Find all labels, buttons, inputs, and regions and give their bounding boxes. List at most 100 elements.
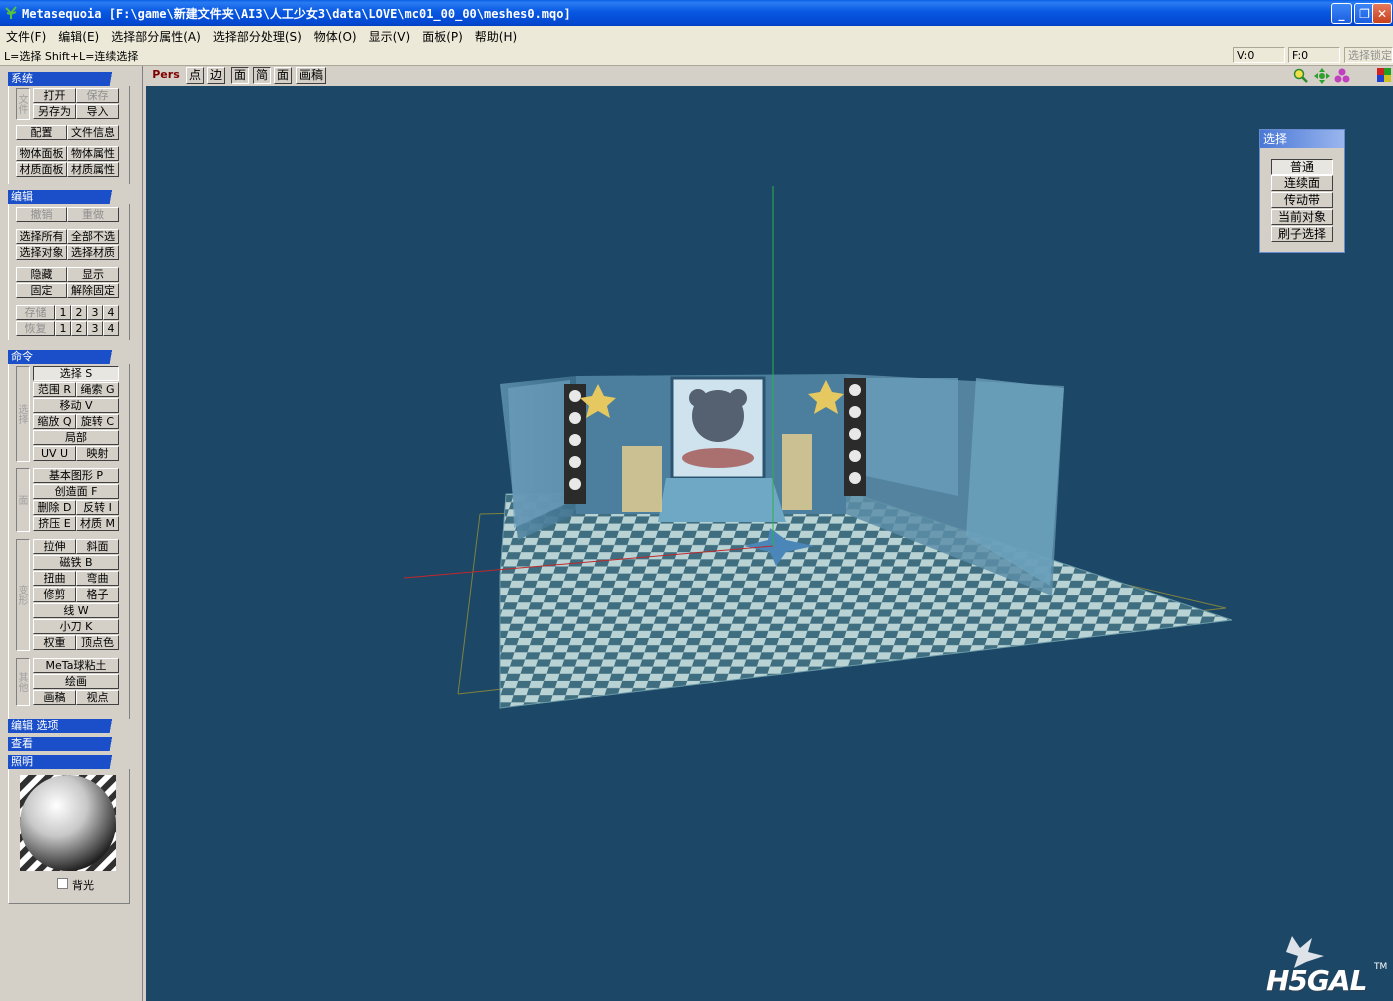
select-brush-button[interactable]: 刷子选择 xyxy=(1271,226,1333,242)
menu-view[interactable]: 显示(V) xyxy=(363,26,417,45)
file-info-button[interactable]: 文件信息 xyxy=(67,125,119,140)
simple-mode-button[interactable]: 简 xyxy=(253,67,271,84)
material-button[interactable]: 材质 M xyxy=(76,516,119,531)
select-normal-button[interactable]: 普通 xyxy=(1271,159,1333,175)
undo-button[interactable]: 撤销 xyxy=(16,207,67,222)
menu-panel[interactable]: 面板(P) xyxy=(416,26,469,45)
draft-toggle-button[interactable]: 画稿 xyxy=(296,67,326,84)
unfix-button[interactable]: 解除固定 xyxy=(67,283,119,298)
weight-button[interactable]: 权重 xyxy=(33,635,76,650)
save-as-button[interactable]: 另存为 xyxy=(33,104,76,119)
line-button[interactable]: 线 W xyxy=(33,603,119,618)
store-2-button[interactable]: 2 xyxy=(71,305,87,320)
save-button[interactable]: 保存 xyxy=(76,88,119,103)
fix-button[interactable]: 固定 xyxy=(16,283,67,298)
store-3-button[interactable]: 3 xyxy=(87,305,103,320)
select-continuous-face-button[interactable]: 连续面 xyxy=(1271,175,1333,191)
delete-button[interactable]: 删除 D xyxy=(33,500,76,515)
magnet-button[interactable]: 磁铁 B xyxy=(33,555,119,570)
scene-render[interactable] xyxy=(146,66,1393,1001)
rotate-tool-button[interactable]: 旋转 C xyxy=(76,414,119,429)
twist-button[interactable]: 扭曲 xyxy=(33,571,76,586)
hide-button[interactable]: 隐藏 xyxy=(16,267,67,282)
import-button[interactable]: 导入 xyxy=(76,104,119,119)
flip-button[interactable]: 反转 I xyxy=(76,500,119,515)
edge-mode-button[interactable]: 边 xyxy=(207,67,225,84)
viewpoint-button[interactable]: 视点 xyxy=(76,690,119,705)
section-command[interactable]: 命令 xyxy=(8,350,128,364)
point-mode-button[interactable]: 点 xyxy=(186,67,204,84)
material-panel-button[interactable]: 材质面板 xyxy=(16,162,67,177)
section-lighting[interactable]: 照明 xyxy=(8,755,128,769)
watermark-logo: H5GAL TM xyxy=(1262,934,1392,997)
show-button[interactable]: 显示 xyxy=(67,267,119,282)
draft-button[interactable]: 画稿 xyxy=(33,690,76,705)
restore-4-button[interactable]: 4 xyxy=(103,321,119,336)
select-material-button[interactable]: 选择材质 xyxy=(67,245,119,260)
bend-button[interactable]: 弯曲 xyxy=(76,571,119,586)
create-face-button[interactable]: 创造面 F xyxy=(33,484,119,499)
restore-button[interactable]: 恢复 xyxy=(16,321,55,336)
menu-edit[interactable]: 编辑(E) xyxy=(52,26,105,45)
menu-select-process[interactable]: 选择部分处理(S) xyxy=(207,26,308,45)
move-tool-button[interactable]: 移动 V xyxy=(33,398,119,413)
store-button[interactable]: 存储 xyxy=(16,305,55,320)
close-button[interactable]: ✕ xyxy=(1372,3,1392,24)
backlight-checkbox[interactable] xyxy=(57,878,68,889)
metaball-button[interactable]: MeTa球粘土 xyxy=(33,658,119,673)
section-edit[interactable]: 编辑 xyxy=(8,190,128,204)
restore-3-button[interactable]: 3 xyxy=(87,321,103,336)
light-sphere-preview[interactable] xyxy=(20,775,116,871)
section-system[interactable]: 系统 xyxy=(8,72,128,86)
section-edit-option[interactable]: 编辑 选项 xyxy=(8,719,128,733)
extrude-button[interactable]: 挤压 E xyxy=(33,516,76,531)
config-button[interactable]: 配置 xyxy=(16,125,67,140)
select-panel-title[interactable]: 选择 xyxy=(1260,130,1344,148)
open-button[interactable]: 打开 xyxy=(33,88,76,103)
bevel-button[interactable]: 斜面 xyxy=(76,539,119,554)
select-all-button[interactable]: 选择所有 xyxy=(16,229,67,244)
face-mode-button[interactable]: 面 xyxy=(231,67,249,84)
local-tool-button[interactable]: 局部 xyxy=(33,430,119,445)
selection-lock[interactable]: 选择锁定 xyxy=(1344,47,1393,63)
3d-viewport[interactable] xyxy=(146,66,1393,1001)
deselect-all-button[interactable]: 全部不选 xyxy=(67,229,119,244)
menu-help[interactable]: 帮助(H) xyxy=(469,26,523,45)
object-prop-button[interactable]: 物体属性 xyxy=(67,146,119,161)
rotate-view-icon[interactable] xyxy=(1334,68,1350,84)
stretch-button[interactable]: 拉伸 xyxy=(33,539,76,554)
lasso-tool-button[interactable]: 绳索 G xyxy=(76,382,119,397)
color-grid-icon[interactable] xyxy=(1377,68,1391,82)
menu-object[interactable]: 物体(O) xyxy=(308,26,363,45)
paint-button[interactable]: 绘画 xyxy=(33,674,119,689)
lattice-button[interactable]: 格子 xyxy=(76,587,119,602)
watermark-text: H5GAL xyxy=(1266,964,1367,997)
store-4-button[interactable]: 4 xyxy=(103,305,119,320)
face-shading-button[interactable]: 面 xyxy=(274,67,292,84)
store-1-button[interactable]: 1 xyxy=(55,305,71,320)
minimize-button[interactable]: _ xyxy=(1331,3,1352,24)
perspective-label[interactable]: Pers xyxy=(148,67,184,84)
select-belt-button[interactable]: 传动带 xyxy=(1271,192,1333,208)
menu-file[interactable]: 文件(F) xyxy=(0,26,52,45)
restore-2-button[interactable]: 2 xyxy=(71,321,87,336)
trim-button[interactable]: 修剪 xyxy=(33,587,76,602)
menu-select-attr[interactable]: 选择部分属性(A) xyxy=(105,26,207,45)
section-view[interactable]: 查看 xyxy=(8,737,128,751)
uv-tool-button[interactable]: UV U xyxy=(33,446,76,461)
range-tool-button[interactable]: 范围 R xyxy=(33,382,76,397)
object-panel-button[interactable]: 物体面板 xyxy=(16,146,67,161)
zoom-icon[interactable] xyxy=(1293,68,1309,84)
vertex-color-button[interactable]: 顶点色 xyxy=(76,635,119,650)
knife-button[interactable]: 小刀 K xyxy=(33,619,119,634)
pan-icon[interactable] xyxy=(1314,68,1330,84)
select-object-button[interactable]: 选择对象 xyxy=(16,245,67,260)
redo-button[interactable]: 重做 xyxy=(67,207,119,222)
basic-shape-button[interactable]: 基本图形 P xyxy=(33,468,119,483)
material-prop-button[interactable]: 材质属性 xyxy=(67,162,119,177)
restore-1-button[interactable]: 1 xyxy=(55,321,71,336)
mapping-tool-button[interactable]: 映射 xyxy=(76,446,119,461)
select-current-object-button[interactable]: 当前对象 xyxy=(1271,209,1333,225)
select-tool-button[interactable]: 选择 S xyxy=(33,366,119,381)
scale-tool-button[interactable]: 缩放 Q xyxy=(33,414,76,429)
